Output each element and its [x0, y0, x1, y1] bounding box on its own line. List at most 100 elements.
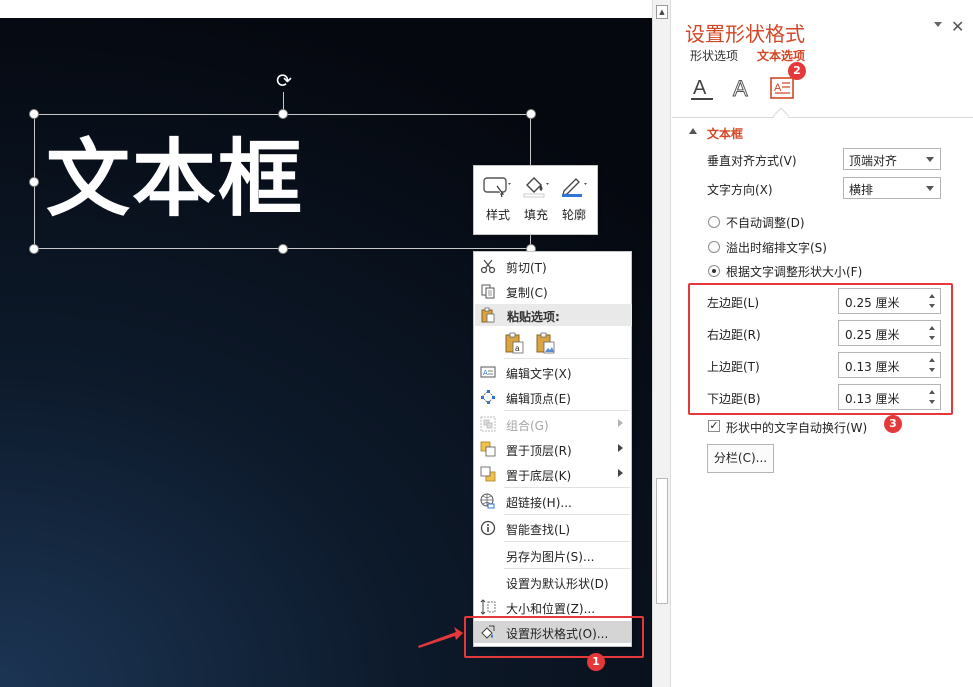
red-arrow-pointer-icon	[418, 627, 463, 648]
wrap-text-checkbox[interactable]: ✓	[708, 420, 720, 432]
resize-handle-top-center[interactable]	[278, 109, 288, 119]
textbox-layout-icon[interactable]: A	[768, 74, 796, 104]
scissors-icon	[480, 259, 496, 274]
menu-item-copy[interactable]: 复制(C)	[474, 280, 631, 302]
style-label: 样式	[485, 208, 510, 222]
menu-item-send-to-back[interactable]: 置于底层(K)	[474, 463, 631, 485]
menu-separator	[504, 410, 630, 411]
group-icon	[480, 416, 496, 432]
menu-item-bring-to-front[interactable]: 置于顶层(R)	[474, 438, 631, 460]
text-direction-label: 文字方向(X)	[707, 183, 773, 197]
copy-icon	[481, 284, 495, 299]
textbox-content[interactable]: 文本框	[46, 124, 304, 234]
menu-separator	[504, 358, 630, 359]
slide-vertical-scrollbar[interactable]: ▲	[652, 0, 671, 687]
pen-outline-icon	[562, 178, 587, 197]
chevron-down-icon	[926, 157, 934, 162]
outline-button[interactable]: 轮廓	[555, 172, 593, 230]
resize-handle-bottom-left[interactable]	[29, 244, 39, 254]
menu-item-group[interactable]: 组合(G)	[474, 413, 631, 435]
submenu-arrow-icon	[618, 469, 623, 477]
menu-separator	[504, 568, 630, 569]
fill-label: 填充	[523, 208, 548, 222]
powerpoint-window: ⟳ 文本框 样式 填充 轮廓 剪切(T) 复制(C) 粘贴选项: a A 编辑文…	[0, 0, 973, 687]
menu-item-set-default-shape-label: 设置为默认形状(D)	[506, 577, 609, 591]
menu-item-smart-lookup-label: 智能查找(L)	[506, 523, 571, 537]
send-to-back-icon	[480, 466, 496, 482]
menu-item-send-to-back-label: 置于底层(K)	[506, 469, 572, 483]
radio-resize-shape-to-fit[interactable]	[708, 265, 720, 277]
smart-lookup-icon	[480, 520, 496, 536]
highlight-box-margins	[688, 283, 953, 415]
context-menu: 剪切(T) 复制(C) 粘贴选项: a A 编辑文字(X) 编辑顶点(E) 组合…	[473, 251, 632, 647]
edit-points-icon	[481, 390, 495, 404]
pane-icons-divider	[672, 117, 973, 118]
menu-item-set-default-shape[interactable]: 设置为默认形状(D)	[474, 571, 631, 593]
menu-item-edit-text[interactable]: A 编辑文字(X)	[474, 361, 631, 383]
menu-item-edit-points[interactable]: 编辑顶点(E)	[474, 386, 631, 408]
radio-resize-shape-to-fit-label: 根据文字调整形状大小(F)	[726, 265, 863, 279]
svg-text:A: A	[733, 76, 748, 101]
menu-item-bring-to-front-label: 置于顶层(R)	[506, 444, 572, 458]
textbox-section-title[interactable]: 文本框	[707, 125, 743, 142]
highlight-box-format-shape	[464, 616, 644, 658]
text-fill-outline-icon[interactable]: A	[688, 74, 716, 104]
shape-style-icon	[483, 177, 511, 198]
menu-item-edit-text-label: 编辑文字(X)	[506, 367, 572, 381]
format-shape-pane: 设置形状格式 ✕ 形状选项 文本选项 2 A A A 文本框 垂直对齐方式(V)…	[672, 0, 973, 687]
tab-shape-options[interactable]: 形状选项	[690, 47, 738, 64]
columns-button[interactable]: 分栏(C)...	[707, 444, 774, 473]
close-icon[interactable]: ✕	[951, 17, 964, 36]
menu-separator	[504, 514, 630, 515]
vertical-align-select[interactable]: 顶端对齐	[843, 148, 941, 170]
paste-picture-icon[interactable]	[535, 331, 557, 355]
step-badge-1: 1	[587, 653, 605, 671]
menu-item-group-label: 组合(G)	[506, 419, 549, 433]
menu-item-size-position[interactable]: 大小和位置(Z)...	[474, 596, 631, 618]
resize-handle-bottom-center[interactable]	[278, 244, 288, 254]
menu-item-edit-points-label: 编辑顶点(E)	[506, 392, 571, 406]
fill-button[interactable]: 填充	[517, 172, 555, 230]
svg-text:A: A	[483, 370, 488, 377]
menu-item-hyperlink-label: 超链接(H)...	[506, 496, 572, 510]
resize-handle-top-right[interactable]	[526, 109, 536, 119]
radio-shrink-on-overflow[interactable]	[708, 241, 720, 253]
menu-separator	[504, 487, 630, 488]
wrap-text-label: 形状中的文字自动换行(W)	[726, 421, 868, 435]
svg-text:A: A	[693, 77, 707, 99]
resize-handle-top-left[interactable]	[29, 109, 39, 119]
text-direction-value: 横排	[849, 183, 874, 197]
pane-title: 设置形状格式	[685, 22, 805, 46]
menu-item-cut[interactable]: 剪切(T)	[474, 255, 631, 277]
step-badge-3: 3	[884, 415, 902, 433]
menu-item-size-position-label: 大小和位置(Z)...	[506, 602, 596, 616]
text-effects-icon[interactable]: A	[728, 74, 756, 104]
menu-item-smart-lookup[interactable]: 智能查找(L)	[474, 517, 631, 539]
paste-options-header: 粘贴选项:	[475, 304, 632, 326]
section-collapse-icon[interactable]	[689, 128, 697, 134]
scrollbar-thumb[interactable]	[656, 478, 668, 604]
menu-item-hyperlink[interactable]: 超链接(H)...	[474, 490, 631, 512]
paste-options-label: 粘贴选项:	[507, 310, 560, 324]
menu-item-copy-label: 复制(C)	[506, 286, 548, 300]
size-position-icon	[480, 599, 496, 615]
scroll-up-arrow-icon[interactable]: ▲	[656, 5, 668, 19]
menu-item-save-as-picture[interactable]: 另存为图片(S)...	[474, 544, 631, 566]
radio-shrink-on-overflow-label: 溢出时缩排文字(S)	[726, 241, 827, 255]
pane-options-chevron-icon[interactable]	[934, 22, 942, 27]
text-direction-select[interactable]: 横排	[843, 177, 941, 199]
svg-text:a: a	[515, 344, 520, 353]
radio-no-autofit[interactable]	[708, 216, 720, 228]
hyperlink-globe-icon	[480, 493, 495, 509]
mini-toolbar: 样式 填充 轮廓	[473, 165, 598, 235]
slide-top-strip	[0, 0, 652, 18]
vertical-align-label: 垂直对齐方式(V)	[707, 154, 797, 168]
resize-handle-middle-left[interactable]	[29, 177, 39, 187]
paste-keep-text-icon[interactable]: a	[504, 331, 526, 355]
vertical-align-value: 顶端对齐	[849, 154, 898, 168]
chevron-down-icon	[926, 186, 934, 191]
style-button[interactable]: 样式	[479, 172, 517, 230]
edit-text-icon: A	[480, 366, 496, 378]
rotate-handle-icon[interactable]: ⟳	[273, 70, 295, 92]
paint-bucket-icon	[523, 177, 549, 198]
